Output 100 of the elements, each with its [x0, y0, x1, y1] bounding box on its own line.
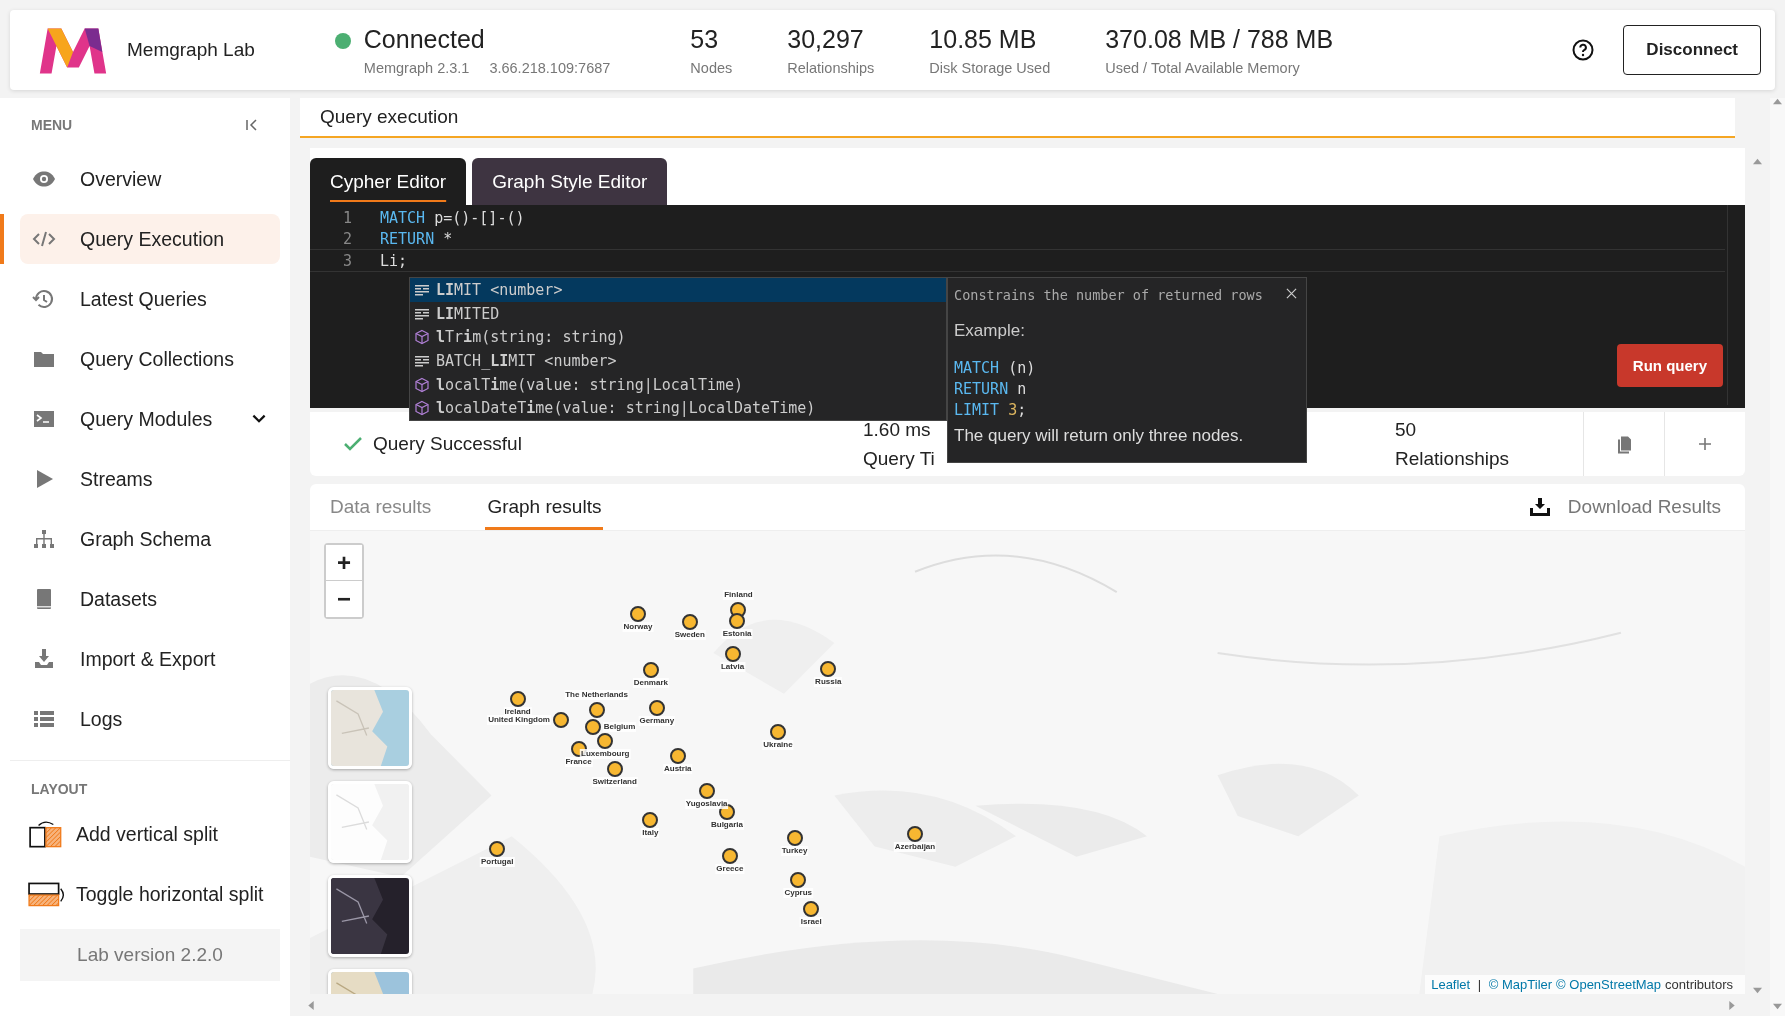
stat-value: 30,297 [787, 24, 864, 54]
cube-icon [414, 376, 430, 393]
suggestion-item[interactable]: BATCH_LIMIT <number> [410, 349, 946, 373]
close-icon[interactable] [1286, 288, 1297, 299]
scrollbar[interactable] [1770, 98, 1785, 1016]
marker-label: France [564, 757, 593, 768]
scroll-up-icon[interactable] [1773, 98, 1782, 105]
code-line: RETURN * [380, 229, 453, 248]
section-title: LAYOUT [30, 781, 89, 797]
marker-label: Sweden [673, 630, 706, 641]
stat-label: Disk Storage Used [929, 59, 1051, 76]
suggestion-item[interactable]: localDateTime(value: string|LocalDateTime) [410, 396, 946, 421]
suggestion-item[interactable]: lTrim(string: string) [410, 325, 946, 350]
scroll-left-icon[interactable] [308, 1000, 314, 1010]
editor-tab[interactable]: Cypher Editor [310, 158, 467, 205]
marker-label: Austria [663, 764, 693, 775]
marker-label: Bulgaria [710, 819, 744, 830]
marker-label: Yugoslavia [684, 799, 729, 810]
description-text: Constrains the number of returned rows [954, 287, 1263, 303]
marker-label: Ukraine [762, 739, 794, 750]
attribution-link[interactable]: © MapTiler [1488, 977, 1553, 992]
results-tab[interactable]: Graph results [485, 484, 604, 530]
disconnect-button[interactable]: Disconnect [1623, 25, 1761, 75]
history-icon [32, 287, 56, 311]
marker-label: Azerbaijan [893, 841, 937, 852]
marker-label: Russia [814, 677, 843, 688]
marker-label: Greece [715, 863, 745, 874]
attribution-link[interactable]: Leaflet [1431, 977, 1471, 992]
stat-value: 53 [690, 24, 719, 54]
cube-icon [414, 329, 430, 346]
marker-label: Italy [641, 827, 660, 838]
layout-item[interactable]: Add vertical split [20, 809, 280, 859]
marker-label: Switzerland [591, 777, 638, 788]
sidebar-item[interactable]: Logs [20, 694, 280, 744]
layer-thumbnail[interactable] [328, 875, 412, 957]
connection-status: Connected [363, 24, 485, 54]
plus-icon [1697, 436, 1713, 452]
marker-label: Estonia [721, 628, 753, 639]
marker-label: Finland [723, 590, 754, 601]
marker-label: Denmark [632, 678, 669, 689]
sidebar-item[interactable]: Streams [20, 454, 280, 504]
version-label: Lab version 2.2.0 [20, 929, 280, 981]
sidebar-item[interactable]: Graph Schema [20, 514, 280, 564]
line-number: 3 [341, 251, 352, 270]
query-status: Query Successful [373, 433, 522, 455]
example-code-line: LIMIT 3; [954, 401, 1027, 421]
server-version: Memgraph 2.3.1 [363, 59, 470, 76]
scroll-right-icon[interactable] [1729, 1000, 1735, 1010]
stat-label: Used / Total Available Memory [1105, 59, 1300, 76]
marker-label: Norway [622, 621, 654, 632]
app-name: Memgraph Lab [127, 39, 255, 61]
suggestion-item[interactable]: LIMIT <number> [410, 278, 946, 302]
scroll-up-icon[interactable] [1753, 158, 1762, 165]
layout-item[interactable]: Toggle horizontal split [20, 869, 280, 919]
layer-thumbnail[interactable] [328, 687, 412, 769]
marker-label: Luxembourg [580, 749, 631, 760]
marker-label: The Netherlands [564, 690, 629, 701]
download-icon [1529, 498, 1550, 516]
download-icon [32, 647, 56, 671]
marker-label: Portugal [479, 857, 515, 868]
relationship-count: 50 [1395, 418, 1417, 441]
marker-label: Israel [799, 917, 823, 928]
sidebar-item[interactable]: Query Collections [20, 334, 280, 384]
sidebar-item[interactable]: Latest Queries [20, 274, 280, 324]
scroll-down-icon[interactable] [1773, 1003, 1782, 1010]
stat-label: Nodes [690, 59, 733, 76]
sidebar-item[interactable]: Overview [20, 154, 280, 204]
hierarchy-icon [32, 527, 56, 551]
line-number: 1 [341, 208, 352, 227]
copy-icon [1616, 434, 1632, 454]
marker-label: Cyprus [783, 888, 813, 899]
scroll-down-icon[interactable] [1753, 987, 1762, 994]
example-code-line: MATCH (n) [954, 359, 1036, 379]
code-line: MATCH p=()-[]-() [380, 208, 525, 227]
sidebar-item[interactable]: Query Modules [20, 394, 280, 444]
layer-thumbnail[interactable] [328, 781, 412, 863]
time-value: 1.60 ms [863, 418, 931, 441]
cube-icon [414, 400, 430, 417]
help-icon[interactable] [1571, 38, 1596, 62]
relationship-label: Relationships [1395, 447, 1510, 470]
marker-label: Germany [638, 716, 676, 727]
page-title: Query execution [320, 106, 459, 128]
stat-value: 10.85 MB [929, 24, 1037, 54]
collapse-icon[interactable] [244, 117, 260, 133]
sidebar-item[interactable]: Import & Export [20, 634, 280, 684]
zoom-in-button[interactable]: + [326, 545, 362, 581]
check-icon [343, 436, 363, 452]
example-label: Example: [954, 321, 1025, 341]
suggestion-item[interactable]: LIMITED [410, 301, 946, 326]
map-attribution: Leaflet | © MapTiler © OpenStreetMap contributors [1425, 975, 1745, 994]
run-query-button[interactable]: Run query [1616, 344, 1723, 387]
download-results-button[interactable]: Download Results [1523, 495, 1727, 519]
stat-value: 370.08 MB / 788 MB [1105, 24, 1334, 54]
sidebar-item[interactable]: Datasets [20, 574, 280, 624]
editor-tab[interactable]: Graph Style Editor [472, 158, 668, 205]
marker-label: Belgium [602, 722, 637, 733]
suggestion-item[interactable]: localTime(value: string|LocalTime) [410, 372, 946, 397]
results-tab[interactable]: Data results [328, 484, 434, 530]
attribution-link[interactable]: © OpenStreetMap [1556, 977, 1662, 992]
marker-label: Turkey [780, 846, 809, 857]
